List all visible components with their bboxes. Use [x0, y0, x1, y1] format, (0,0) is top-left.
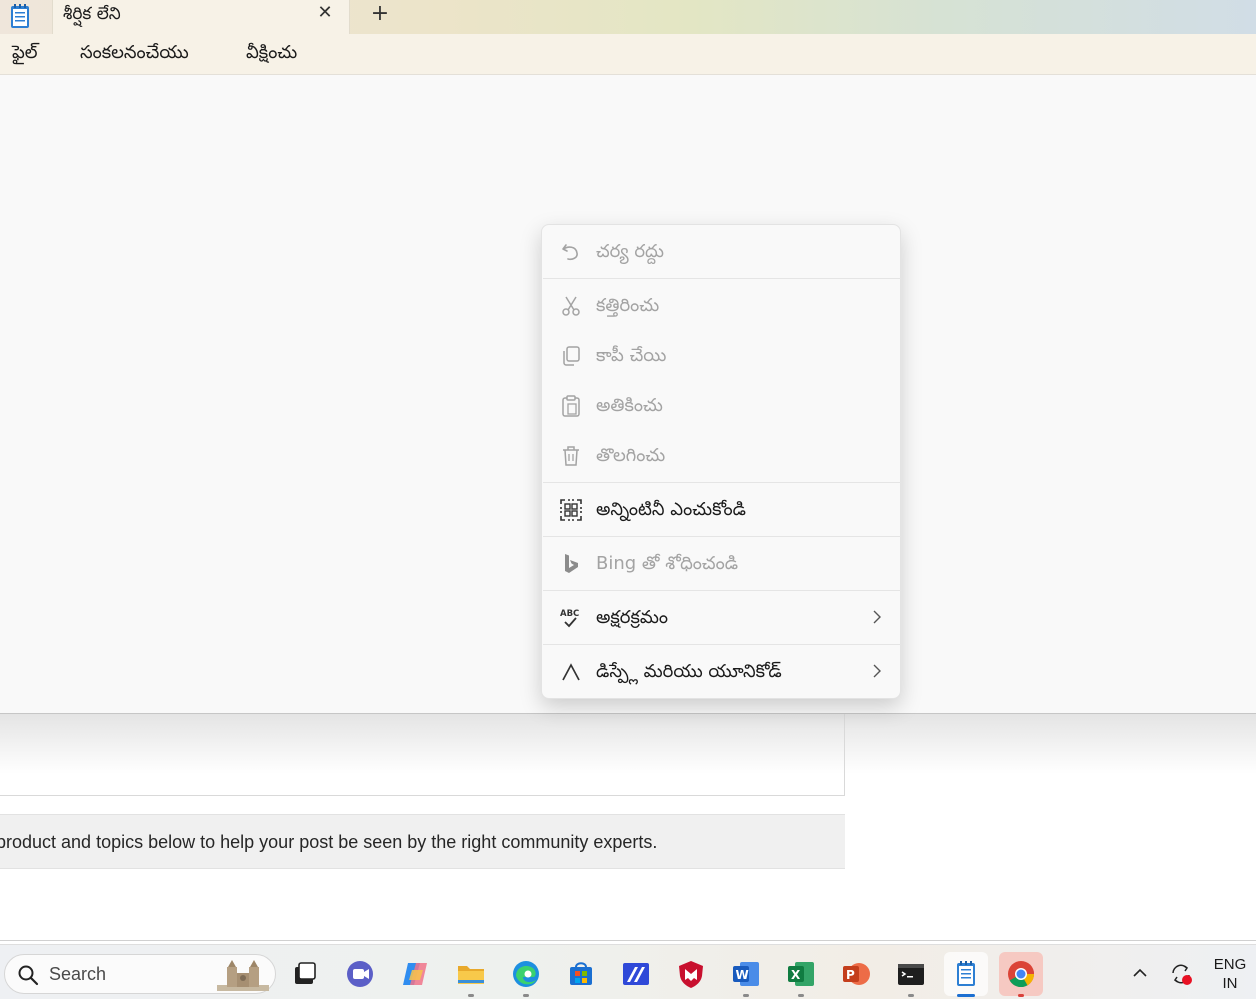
svg-text:P: P — [846, 968, 855, 982]
text-box[interactable] — [0, 714, 845, 796]
undo-icon — [562, 244, 578, 261]
svg-text:ABC: ABC — [560, 609, 579, 619]
language-indicator[interactable]: ENG IN — [1212, 955, 1248, 993]
taskbar-word[interactable]: W — [724, 952, 768, 997]
taskbar: Search W X P ENG IN — [0, 944, 1256, 999]
separator — [543, 536, 901, 537]
menu-item-label: అతికించు — [596, 395, 663, 416]
menu-item-label: కాపీ చేయి — [596, 345, 667, 366]
shield-icon — [679, 961, 703, 988]
search-highlight-image — [217, 960, 269, 991]
context-menu: చర్య రద్దు కత్తిరించు కాపీ చేయి అతికించు… — [541, 224, 901, 699]
separator — [543, 644, 901, 645]
tab-title: శీర్షిక లేని — [63, 4, 121, 24]
tab-untitled[interactable]: శీర్షిక లేని ✕ — [52, 0, 350, 34]
taskbar-search[interactable]: Search — [4, 954, 276, 994]
taskbar-mcafee[interactable] — [669, 952, 713, 996]
copilot-icon — [403, 963, 427, 985]
taskbar-terminal[interactable] — [889, 952, 933, 997]
bing-icon — [565, 554, 578, 573]
excel-icon: X — [788, 962, 814, 986]
teams-icon — [347, 961, 373, 987]
taskbar-copilot[interactable] — [393, 952, 437, 996]
menu-file[interactable]: ఫైల్ — [12, 42, 38, 67]
menu-item-cut[interactable]: కత్తిరించు — [542, 281, 900, 331]
taskbar-powerpoint[interactable]: P — [834, 952, 878, 996]
sync-icon[interactable] — [1168, 961, 1194, 987]
menu-item-label: అక్షరక్రమం — [596, 607, 669, 628]
separator — [543, 482, 901, 483]
edge-icon — [513, 961, 539, 987]
chevron-right-icon — [873, 664, 881, 678]
running-indicator — [908, 994, 914, 997]
menu-item-select-all[interactable]: అన్నింటినీ ఎంచుకోండి — [542, 485, 900, 535]
menu-item-undo[interactable]: చర్య రద్దు — [542, 227, 900, 277]
running-indicator — [468, 994, 474, 997]
menu-item-paste[interactable]: అతికించు — [542, 381, 900, 431]
close-icon[interactable]: ✕ — [315, 3, 335, 23]
menu-item-label: అన్నింటినీ ఎంచుకోండి — [596, 499, 746, 520]
active-indicator — [957, 994, 975, 997]
copy-icon — [563, 346, 580, 366]
new-tab-button[interactable]: + — [368, 3, 392, 27]
chevron-right-icon — [873, 610, 881, 624]
notepad-icon — [957, 961, 975, 986]
folder-icon — [458, 966, 484, 984]
chrome-icon — [1008, 961, 1035, 988]
terminal-icon — [898, 964, 924, 985]
menu-item-label: తొలగించు — [596, 445, 666, 466]
powerpoint-icon: P — [843, 963, 870, 985]
menu-item-label: డిస్ప్లే మరియు యూనికోడ్ — [596, 661, 782, 682]
taskbar-chrome[interactable] — [999, 952, 1043, 997]
taskbar-teams[interactable] — [338, 952, 382, 996]
menu-bar: ఫైల్ సంకలనంచేయు వీక్షించు — [0, 34, 1256, 75]
svg-text:X: X — [791, 968, 801, 982]
running-indicator — [798, 994, 804, 997]
taskbar-excel[interactable]: X — [779, 952, 823, 997]
divider — [0, 940, 1256, 941]
chevron-up-icon[interactable] — [1130, 965, 1150, 981]
menu-edit[interactable]: సంకలనంచేయు — [80, 42, 189, 67]
menu-item-label: కత్తిరించు — [596, 295, 660, 316]
menu-item-display-unicode[interactable]: డిస్ప్లే మరియు యూనికోడ్ — [542, 647, 900, 697]
info-banner: product and topics below to help your po… — [0, 814, 845, 869]
task-view-icon — [295, 962, 316, 984]
paste-icon — [562, 395, 580, 417]
caret-icon — [562, 663, 580, 681]
menu-item-search-bing[interactable]: Bing తో శోధించండి — [542, 539, 900, 589]
region-code: IN — [1222, 975, 1238, 992]
spellcheck-icon: ABC — [560, 609, 579, 628]
menu-item-copy[interactable]: కాపీ చేయి — [542, 331, 900, 381]
blue-app-icon — [623, 963, 649, 985]
taskbar-store[interactable] — [559, 952, 603, 996]
taskbar-app-blue[interactable] — [614, 952, 658, 996]
background-page: product and topics below to help your po… — [0, 714, 1256, 944]
taskbar-notepad[interactable] — [944, 952, 988, 997]
running-indicator — [523, 994, 529, 997]
word-icon: W — [733, 962, 759, 986]
language-code: ENG — [1213, 956, 1247, 973]
menu-view[interactable]: వీక్షించు — [246, 42, 297, 67]
menu-item-spelling[interactable]: ABC అక్షరక్రమం — [542, 593, 900, 643]
svg-text:W: W — [736, 968, 749, 982]
running-indicator — [743, 994, 749, 997]
notepad-icon — [9, 3, 31, 29]
taskbar-task-view[interactable] — [283, 952, 327, 996]
scissors-icon — [562, 296, 580, 316]
banner-text: product and topics below to help your po… — [0, 832, 658, 852]
taskbar-file-explorer[interactable] — [449, 952, 493, 997]
menu-item-delete[interactable]: తొలగించు — [542, 431, 900, 481]
separator — [543, 278, 901, 279]
store-icon — [570, 962, 592, 985]
separator — [543, 590, 901, 591]
select-all-icon — [560, 499, 582, 521]
title-bar: శీర్షిక లేని ✕ + — [0, 0, 1256, 34]
taskbar-edge[interactable] — [504, 952, 548, 997]
running-indicator — [1018, 994, 1024, 997]
menu-item-label: Bing తో శోధించండి — [596, 553, 739, 574]
trash-icon — [563, 446, 579, 466]
search-placeholder: Search — [49, 964, 107, 984]
menu-item-label: చర్య రద్దు — [596, 241, 664, 262]
search-icon — [18, 965, 39, 986]
